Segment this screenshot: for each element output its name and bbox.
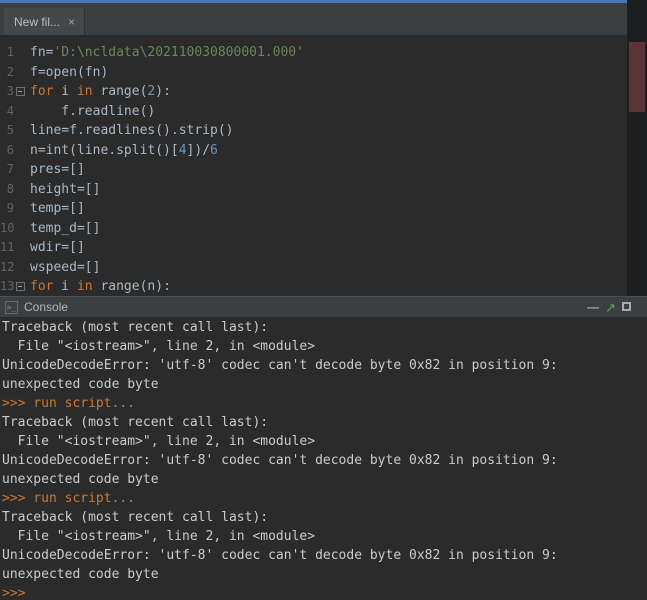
console-line: unexpected code byte bbox=[2, 470, 647, 489]
line-number: 8 bbox=[0, 180, 25, 200]
code-line[interactable]: 11wdir=[] bbox=[0, 238, 647, 258]
console-line: unexpected code byte bbox=[2, 565, 647, 584]
code-line[interactable]: 2f=open(fn) bbox=[0, 63, 647, 83]
code-line[interactable]: 3for i in range(2): bbox=[0, 82, 647, 102]
editor-scrollbar[interactable] bbox=[627, 0, 647, 296]
code-line[interactable]: 1fn='D:\ncldata\202110030800001.000' bbox=[0, 43, 647, 63]
code-text: temp=[] bbox=[25, 199, 85, 219]
code-text: wspeed=[] bbox=[25, 258, 100, 278]
code-text: n=int(line.split()[4])/6 bbox=[25, 141, 218, 161]
fold-marker-icon[interactable] bbox=[14, 82, 25, 102]
code-editor[interactable]: 1fn='D:\ncldata\202110030800001.000'2f=o… bbox=[0, 36, 647, 296]
line-number: 2 bbox=[0, 63, 25, 83]
line-number: 3 bbox=[0, 82, 25, 102]
console-line: UnicodeDecodeError: 'utf-8' codec can't … bbox=[2, 356, 647, 375]
console-line: Traceback (most recent call last): bbox=[2, 318, 647, 337]
console-line: Traceback (most recent call last): bbox=[2, 508, 647, 527]
code-text: line=f.readlines().strip() bbox=[25, 121, 234, 141]
line-number: 9 bbox=[0, 199, 25, 219]
ide-window: New fil... × 1fn='D:\ncldata\20211003080… bbox=[0, 0, 647, 600]
console-line: unexpected code byte bbox=[2, 375, 647, 394]
code-line[interactable]: 4 f.readline() bbox=[0, 102, 647, 122]
code-text: for i in range(n): bbox=[25, 277, 171, 296]
float-window-icon[interactable]: ↗ bbox=[605, 301, 616, 314]
editor-region: 1fn='D:\ncldata\202110030800001.000'2f=o… bbox=[0, 36, 647, 296]
console-line: >>> run script... bbox=[2, 489, 647, 508]
tab-label: New fil... bbox=[14, 15, 60, 29]
code-text: height=[] bbox=[25, 180, 100, 200]
terminal-icon: >_ bbox=[5, 301, 18, 314]
fold-marker-icon[interactable] bbox=[14, 277, 25, 296]
line-number: 1 bbox=[0, 43, 25, 63]
console-line: >>> bbox=[2, 584, 647, 600]
code-line[interactable]: 12wspeed=[] bbox=[0, 258, 647, 278]
console-line: Traceback (most recent call last): bbox=[2, 413, 647, 432]
console-line: >>> run script... bbox=[2, 394, 647, 413]
console-title: Console bbox=[24, 300, 68, 314]
code-line[interactable]: 5line=f.readlines().strip() bbox=[0, 121, 647, 141]
code-text: fn='D:\ncldata\202110030800001.000' bbox=[25, 43, 304, 63]
code-line[interactable]: 6n=int(line.split()[4])/6 bbox=[0, 141, 647, 161]
code-line[interactable]: 8height=[] bbox=[0, 180, 647, 200]
console-panel: >_ Console — ↗ Traceback (most recent ca… bbox=[0, 296, 647, 600]
line-number: 6 bbox=[0, 141, 25, 161]
line-number: 11 bbox=[0, 238, 25, 258]
close-icon[interactable]: × bbox=[68, 16, 75, 28]
console-line: File "<iostream>", line 2, in <module> bbox=[2, 337, 647, 356]
line-number: 12 bbox=[0, 258, 25, 278]
code-text: f.readline() bbox=[25, 102, 155, 122]
console-line: File "<iostream>", line 2, in <module> bbox=[2, 527, 647, 546]
console-line: UnicodeDecodeError: 'utf-8' codec can't … bbox=[2, 546, 647, 565]
code-text: temp_d=[] bbox=[25, 219, 100, 239]
line-number: 7 bbox=[0, 160, 25, 180]
code-line[interactable]: 9temp=[] bbox=[0, 199, 647, 219]
line-number: 13 bbox=[0, 277, 25, 296]
code-line[interactable]: 7pres=[] bbox=[0, 160, 647, 180]
code-text: pres=[] bbox=[25, 160, 85, 180]
console-line: File "<iostream>", line 2, in <module> bbox=[2, 432, 647, 451]
code-line[interactable]: 10temp_d=[] bbox=[0, 219, 647, 239]
code-line[interactable]: 13for i in range(n): bbox=[0, 277, 647, 296]
maximize-glyph bbox=[622, 302, 631, 311]
tab-new-file[interactable]: New fil... × bbox=[4, 8, 85, 35]
code-text: f=open(fn) bbox=[25, 63, 108, 83]
console-output[interactable]: Traceback (most recent call last): File … bbox=[0, 317, 647, 600]
editor-tab-bar: New fil... × bbox=[0, 3, 647, 36]
console-line: UnicodeDecodeError: 'utf-8' codec can't … bbox=[2, 451, 647, 470]
code-text: for i in range(2): bbox=[25, 82, 171, 102]
console-header: >_ Console — ↗ bbox=[0, 296, 647, 317]
line-number: 5 bbox=[0, 121, 25, 141]
editor-lines: 1fn='D:\ncldata\202110030800001.000'2f=o… bbox=[0, 43, 647, 296]
maximize-icon[interactable] bbox=[622, 299, 631, 315]
minimize-icon[interactable]: — bbox=[587, 301, 599, 313]
line-number: 4 bbox=[0, 102, 25, 122]
line-number: 10 bbox=[0, 219, 25, 239]
scrollbar-thumb[interactable] bbox=[629, 42, 645, 112]
code-text: wdir=[] bbox=[25, 238, 85, 258]
